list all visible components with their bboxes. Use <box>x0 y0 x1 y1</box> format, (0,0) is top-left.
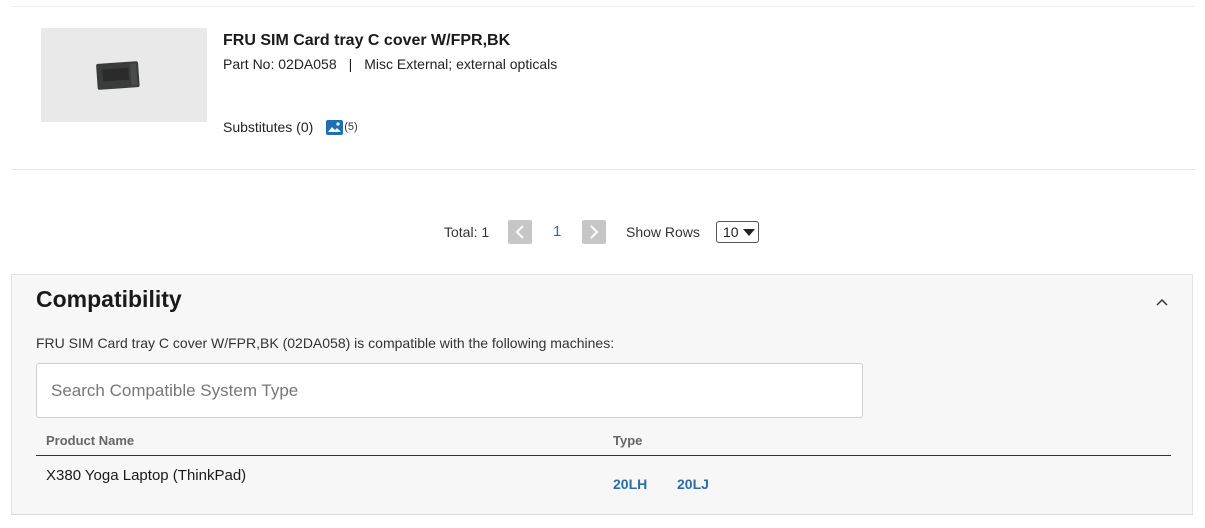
compatible-system-search-input[interactable] <box>36 363 863 418</box>
row-product-name: X380 Yoga Laptop (ThinkPad) <box>46 467 247 484</box>
bottom-divider <box>11 514 1193 515</box>
column-header-type: Type <box>613 433 643 448</box>
product-card: FRU SIM Card tray C cover W/FPR,BK Part … <box>12 7 1195 170</box>
compatibility-panel: Compatibility FRU SIM Card tray C cover … <box>11 274 1193 514</box>
chevron-up-icon <box>1156 298 1168 306</box>
show-rows-label: Show Rows <box>626 224 700 240</box>
column-header-product-name: Product Name <box>46 433 135 448</box>
compatibility-title: Compatibility <box>36 286 182 312</box>
rows-per-page-select[interactable]: 10 <box>716 221 759 243</box>
image-count: (5) <box>344 121 358 133</box>
collapse-button[interactable] <box>1156 295 1168 307</box>
rows-per-page-value: 10 <box>723 224 739 240</box>
product-title: FRU SIM Card tray C cover W/FPR,BK <box>223 32 511 49</box>
chevron-right-icon <box>590 225 599 239</box>
product-thumbnail[interactable] <box>41 28 207 122</box>
image-gallery-button[interactable]: (5) <box>326 119 358 135</box>
meta-separator: | <box>348 56 353 72</box>
type-link[interactable]: 20LH <box>613 476 647 492</box>
substitutes-row: Substitutes (0) (5) <box>223 119 358 135</box>
pagination-total: Total: 1 <box>444 224 490 240</box>
image-icon <box>326 119 344 135</box>
type-link[interactable]: 20LJ <box>677 476 709 492</box>
sim-tray-image <box>41 28 207 122</box>
next-page-button[interactable] <box>582 220 606 244</box>
table-header-divider <box>36 455 1171 456</box>
product-category: Misc External; external opticals <box>364 56 558 72</box>
part-number: Part No: 02DA058 <box>223 56 337 72</box>
prev-page-button[interactable] <box>508 220 532 244</box>
compatibility-description: FRU SIM Card tray C cover W/FPR,BK (02DA… <box>36 335 615 351</box>
page-number[interactable]: 1 <box>553 223 561 240</box>
substitutes-link[interactable]: Substitutes (0) <box>223 119 313 135</box>
chevron-left-icon <box>515 225 524 239</box>
pagination: Total: 1 1 Show Rows 10 <box>0 220 1205 244</box>
caret-down-icon <box>742 228 755 236</box>
product-meta: Part No: 02DA058 | Misc External; external… <box>223 56 557 72</box>
